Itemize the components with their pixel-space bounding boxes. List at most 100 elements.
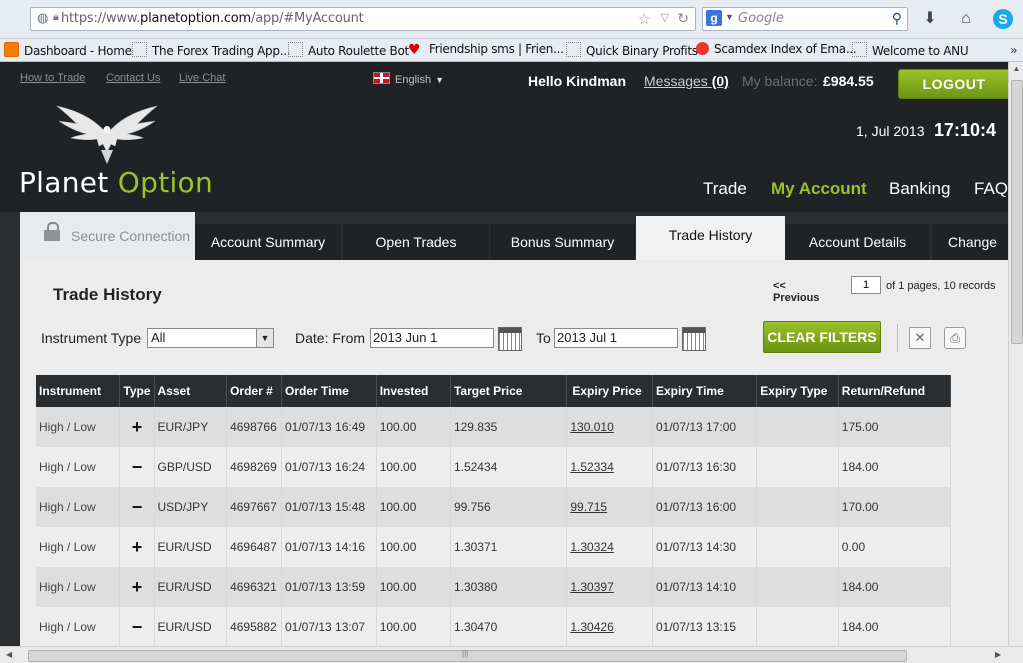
home-icon[interactable]: ⌂ [956, 9, 976, 29]
divider [897, 324, 898, 352]
cell-order-time: 01/07/13 16:49 [281, 407, 377, 447]
calendar-to-icon[interactable] [682, 327, 706, 351]
excel-export-icon[interactable]: ✕ [909, 327, 931, 349]
cell-expiry-type [756, 567, 839, 607]
cell-return: 170.00 [838, 487, 952, 527]
cell-target-price: 1.30470 [450, 607, 568, 646]
trade-history-table: Instrument Type Asset Order # Order Time… [36, 375, 952, 646]
reload-icon[interactable]: ↻ [677, 10, 689, 27]
col-asset[interactable]: Asset [154, 375, 228, 407]
current-time: 17:10:4 [934, 120, 997, 140]
scroll-up-icon[interactable]: ▲ [1009, 64, 1023, 73]
skype-icon[interactable]: S [993, 9, 1013, 29]
col-expiry-time[interactable]: Expiry Time [652, 375, 758, 407]
cell-return: 175.00 [838, 407, 952, 447]
col-target-price[interactable]: Target Price [450, 375, 568, 407]
table-row[interactable]: High / Low + EUR/USD 4696487 01/07/13 14… [36, 527, 952, 567]
logout-button[interactable]: LOGOUT [898, 69, 1010, 99]
bookmark-forex-app[interactable]: The Forex Trading App... [132, 42, 291, 58]
print-icon[interactable]: ⎙ [944, 327, 966, 349]
expiry-price-link[interactable]: 1.52334 [566, 447, 653, 487]
history-dropdown-icon[interactable]: ▽ [661, 11, 669, 24]
search-box[interactable]: g ▼ Google ⚲ [702, 7, 908, 31]
live-chat-link[interactable]: Live Chat [179, 72, 225, 84]
address-bar[interactable]: ◍ 🔒︎ https://www.planetoption.com/app/#M… [30, 7, 696, 31]
date-to-label: To [536, 330, 551, 346]
expiry-price-link[interactable]: 1.30324 [566, 527, 653, 567]
heart-icon: ♥ [408, 42, 421, 58]
nav-my-account[interactable]: My Account [771, 179, 867, 199]
call-type-icon: + [119, 527, 155, 567]
current-date: 1, Jul 2013 [856, 123, 925, 139]
table-row[interactable]: High / Low − GBP/USD 4698269 01/07/13 16… [36, 447, 952, 487]
nav-trade[interactable]: Trade [703, 179, 747, 199]
expiry-price-link[interactable]: 1.30426 [566, 607, 653, 646]
bookmark-quick-binary[interactable]: Quick Binary Profits [566, 42, 698, 58]
cell-expiry-time: 01/07/13 17:00 [652, 407, 758, 447]
col-return-refund[interactable]: Return/Refund [838, 375, 952, 407]
google-icon[interactable]: g [706, 10, 722, 26]
chevron-down-icon: ▼ [435, 75, 444, 85]
search-icon[interactable]: ⚲ [892, 10, 902, 27]
cell-expiry-time: 01/07/13 14:10 [652, 567, 758, 607]
tab-trade-history[interactable]: Trade History [636, 216, 785, 260]
col-order-number[interactable]: Order # [226, 375, 282, 407]
expiry-price-link[interactable]: 130.010 [566, 407, 653, 447]
vertical-scroll-thumb[interactable] [1011, 80, 1023, 344]
bookmarks-bar: Dashboard - Home The Forex Trading App..… [0, 39, 1023, 62]
brand-logo-text[interactable]: Planet Option [19, 166, 213, 199]
expiry-price-link[interactable]: 1.30397 [566, 567, 653, 607]
bookmark-dashboard[interactable]: Dashboard - Home [4, 42, 132, 58]
tab-account-details[interactable]: Account Details [785, 224, 930, 260]
dropdown-arrow-icon[interactable]: ▼ [256, 329, 273, 347]
cell-instrument: High / Low [36, 567, 121, 607]
more-bookmarks-icon[interactable]: » [1010, 43, 1017, 57]
vertical-scrollbar[interactable]: ▲ [1008, 62, 1023, 646]
greeting: Hello Kindman [528, 73, 627, 89]
table-row[interactable]: High / Low + EUR/USD 4696321 01/07/13 13… [36, 567, 952, 607]
engine-dropdown-icon[interactable]: ▼ [725, 12, 734, 22]
instrument-type-select[interactable]: All ▼ [147, 328, 274, 348]
bookmark-friendship-sms[interactable]: ♥ Friendship sms | Frien... [408, 42, 564, 58]
how-to-trade-link[interactable]: How to Trade [20, 72, 85, 84]
page-number-input[interactable] [851, 276, 881, 294]
tab-account-summary[interactable]: Account Summary [195, 224, 341, 260]
cell-order-number: 4698269 [226, 447, 282, 487]
cell-return: 0.00 [838, 527, 952, 567]
calendar-from-icon[interactable] [498, 327, 522, 351]
expiry-price-link[interactable]: 99.715 [566, 487, 653, 527]
download-icon[interactable]: ⬇ [920, 9, 940, 29]
col-order-time[interactable]: Order Time [281, 375, 377, 407]
horizontal-scrollbar[interactable]: ◀ ||| ▶ [0, 646, 1023, 663]
previous-page-link[interactable]: << Previous [773, 280, 819, 304]
tab-change-password[interactable]: Change P [932, 224, 1008, 260]
bookmark-star-icon[interactable]: ☆ [638, 10, 651, 28]
cell-expiry-type [756, 607, 839, 646]
table-row[interactable]: High / Low − USD/JPY 4697667 01/07/13 15… [36, 487, 952, 527]
col-invested[interactable]: Invested [376, 375, 451, 407]
cell-expiry-type [756, 487, 839, 527]
messages-link[interactable]: Messages (0) [644, 73, 729, 89]
col-type[interactable]: Type [119, 375, 155, 407]
clear-filters-button[interactable]: CLEAR FILTERS [763, 321, 881, 353]
tab-bonus-summary[interactable]: Bonus Summary [490, 224, 635, 260]
bookmark-anu[interactable]: Welcome to ANU [852, 42, 969, 58]
col-instrument[interactable]: Instrument [36, 375, 121, 407]
nav-banking[interactable]: Banking [889, 179, 950, 199]
bookmark-scamdex[interactable]: Scamdex Index of Ema... [696, 42, 857, 58]
bookmark-auto-roulette[interactable]: Auto Roulette Bot [288, 42, 409, 58]
url-text[interactable]: https://www.planetoption.com/app/#MyAcco… [61, 11, 364, 26]
date-from-input[interactable]: 2013 Jun 1 [370, 328, 494, 348]
scroll-left-icon[interactable]: ◀ [6, 650, 12, 659]
cell-invested: 100.00 [376, 407, 451, 447]
tab-open-trades[interactable]: Open Trades [343, 224, 489, 260]
table-row[interactable]: High / Low − EUR/USD 4695882 01/07/13 13… [36, 607, 952, 646]
col-expiry-price[interactable]: Expiry Price [566, 375, 653, 407]
col-expiry-type[interactable]: Expiry Type [756, 375, 839, 407]
date-to-input[interactable]: 2013 Jul 1 [554, 328, 678, 348]
table-row[interactable]: High / Low + EUR/JPY 4698766 01/07/13 16… [36, 407, 952, 447]
scroll-right-icon[interactable]: ▶ [995, 650, 1001, 659]
nav-faq[interactable]: FAQ [974, 179, 1008, 199]
contact-us-link[interactable]: Contact Us [106, 72, 160, 84]
language-selector[interactable]: English ▼ [373, 72, 444, 86]
